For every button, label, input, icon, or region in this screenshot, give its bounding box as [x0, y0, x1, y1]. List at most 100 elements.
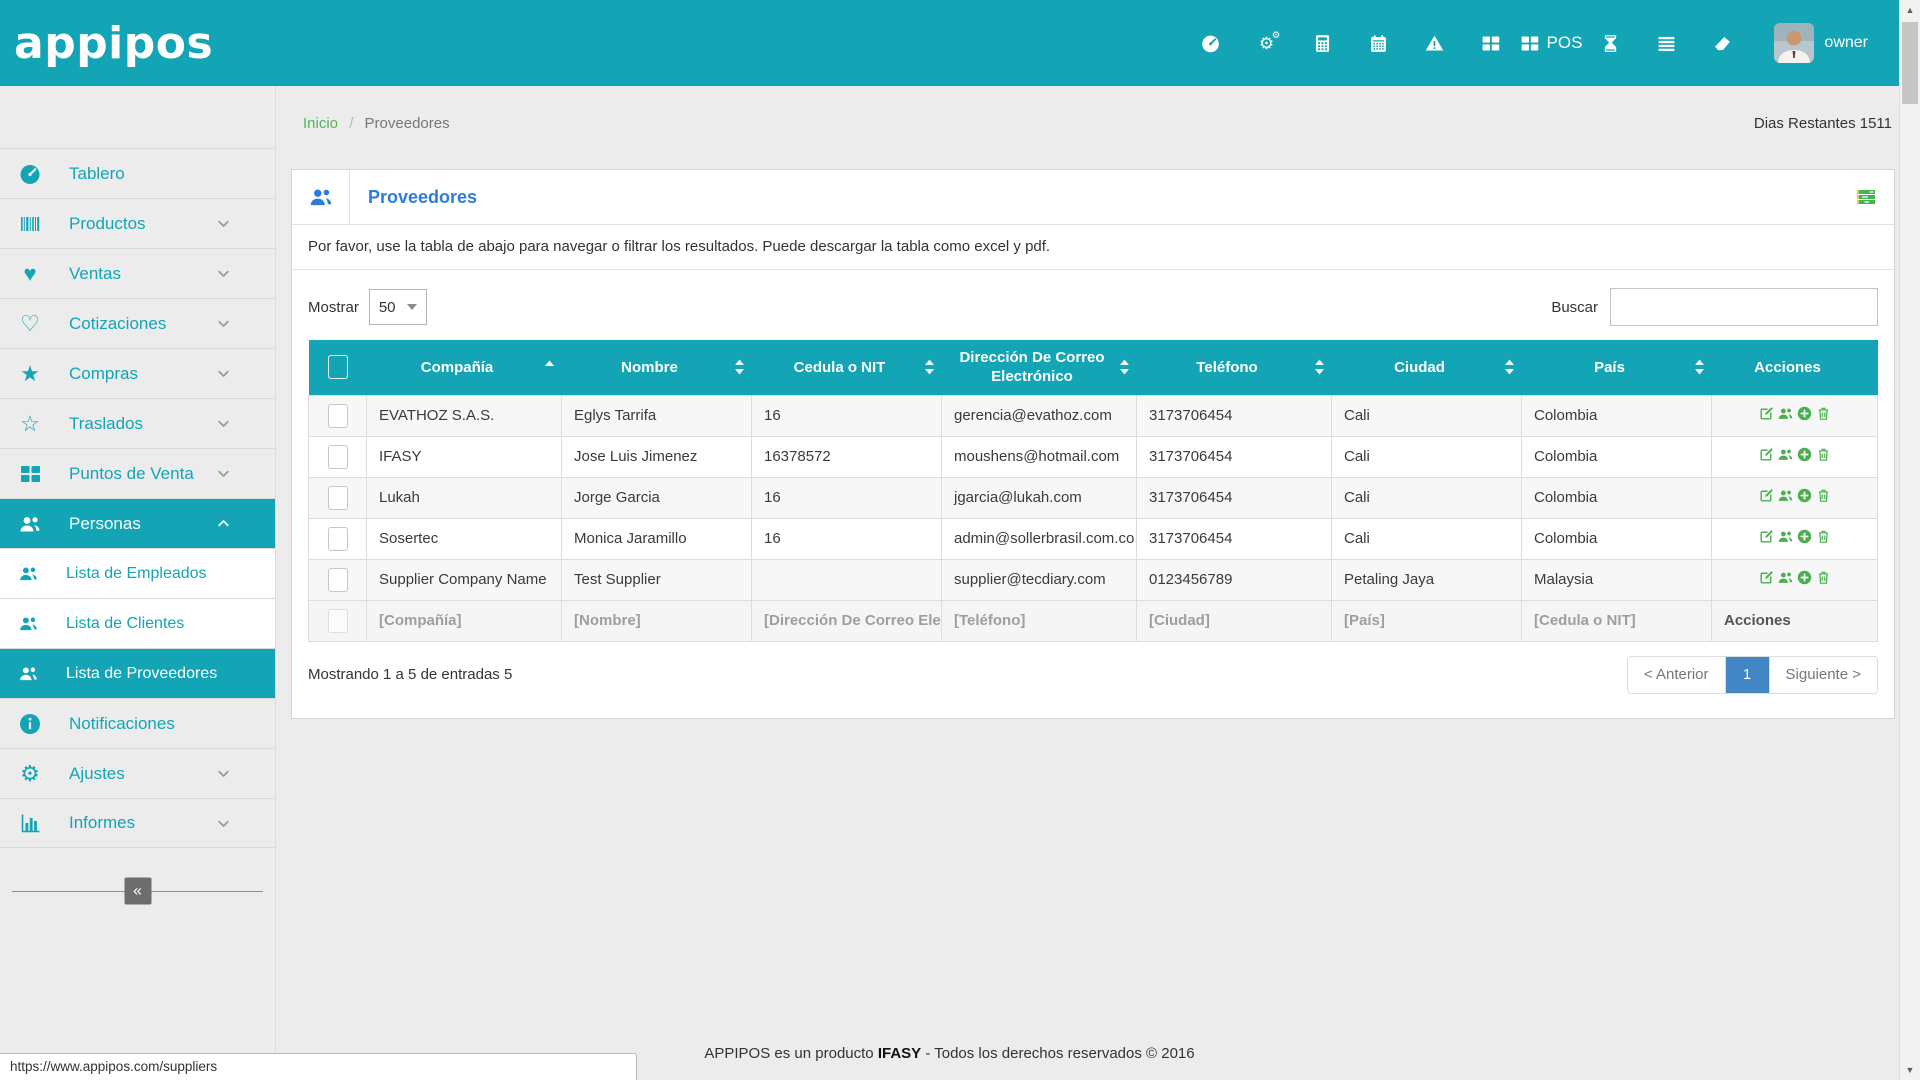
sidebar-item-compras[interactable]: ★Compras [0, 348, 275, 398]
sidebar-item-informes[interactable]: Informes [0, 798, 275, 848]
info-text: Por favor, use la tabla de abajo para na… [292, 225, 1894, 270]
sidebar-item-productos[interactable]: Productos [0, 198, 275, 248]
users-action-button[interactable] [1777, 405, 1794, 422]
edit-action-button[interactable] [1758, 487, 1775, 504]
column-header-ciudad[interactable]: Ciudad [1332, 340, 1522, 395]
chevron-up-icon [215, 515, 232, 532]
delete-action-button[interactable] [1815, 487, 1832, 504]
cell-nombre: Eglys Tarrifa [562, 395, 752, 436]
actions-cell [1712, 477, 1878, 518]
next-page-button[interactable]: Siguiente > [1769, 657, 1877, 693]
row-checkbox[interactable] [328, 445, 348, 469]
scrollbar-thumb[interactable] [1902, 22, 1918, 104]
column-header-direccion-de-correo-electronico[interactable]: Dirección De Correo Electrónico [942, 340, 1137, 395]
scroll-up-arrow[interactable]: ▲ [1900, 0, 1920, 20]
table-view-icon[interactable] [1854, 185, 1878, 209]
sidebar-item-ventas[interactable]: ♥Ventas [0, 248, 275, 298]
edit-action-button[interactable] [1758, 405, 1775, 422]
calculator-icon [1312, 33, 1333, 54]
column-header-compania[interactable]: Compañía [367, 340, 562, 395]
cogs-icon: ⚙⚙ [1256, 33, 1277, 54]
breadcrumb-home-link[interactable]: Inicio [303, 115, 338, 132]
sidebar-item-puntos-de-venta[interactable]: Puntos de Venta [0, 448, 275, 498]
pos-nav-button[interactable]: POS [1519, 18, 1583, 68]
list-nav-button[interactable] [1638, 18, 1694, 68]
cell-direccion-de-correo-electronico: jgarcia@lukah.com [942, 477, 1137, 518]
suppliers-panel: Proveedores Por favor, use la tabla de a… [291, 169, 1895, 719]
column-label: País [1594, 359, 1625, 376]
calendar-nav-button[interactable] [1351, 18, 1407, 68]
cogs-nav-button[interactable]: ⚙⚙ [1239, 18, 1295, 68]
delete-action-button[interactable] [1815, 446, 1832, 463]
sidebar-item-ajustes[interactable]: ⚙Ajustes [0, 748, 275, 798]
hourglass-nav-button[interactable] [1582, 18, 1638, 68]
sidebar-item-tablero[interactable]: Tablero [0, 148, 275, 198]
sidebar-item-label: Traslados [69, 414, 143, 434]
sidebar-item-lista-de-empleados[interactable]: Lista de Empleados [0, 548, 275, 598]
eraser-nav-button[interactable] [1694, 18, 1750, 68]
column-header-cedula-o-nit[interactable]: Cedula o NIT [752, 340, 942, 395]
sort-both-icon [734, 359, 745, 376]
checkbox-cell [309, 436, 367, 477]
prev-page-button[interactable]: < Anterior [1628, 657, 1725, 693]
add-action-button[interactable] [1796, 405, 1813, 422]
users-action-button[interactable] [1777, 569, 1794, 586]
row-checkbox[interactable] [328, 486, 348, 510]
sort-both-icon [1694, 359, 1705, 376]
sidebar-collapse-button[interactable]: « [124, 878, 151, 905]
sidebar-item-label: Informes [69, 813, 135, 833]
users-action-button[interactable] [1777, 446, 1794, 463]
edit-action-button[interactable] [1758, 569, 1775, 586]
sidebar-item-label: Personas [69, 514, 141, 534]
select-all-checkbox[interactable] [328, 355, 348, 379]
column-header-nombre[interactable]: Nombre [562, 340, 752, 395]
sidebar-item-traslados[interactable]: ☆Traslados [0, 398, 275, 448]
row-checkbox[interactable] [328, 568, 348, 592]
add-action-button[interactable] [1796, 569, 1813, 586]
column-label: Ciudad [1394, 359, 1445, 376]
users-action-button[interactable] [1777, 487, 1794, 504]
cell-cedula-o-nit: 16 [752, 395, 942, 436]
warning-icon [1424, 33, 1445, 54]
table-row: Supplier Company NameTest Suppliersuppli… [309, 559, 1878, 600]
row-checkbox[interactable] [328, 527, 348, 551]
page-1-button[interactable]: 1 [1725, 657, 1769, 693]
sidebar-item-lista-de-clientes[interactable]: Lista de Clientes [0, 598, 275, 648]
speedometer-nav-button[interactable] [1183, 18, 1239, 68]
delete-action-button[interactable] [1815, 569, 1832, 586]
column-header-pais[interactable]: País [1522, 340, 1712, 395]
add-action-button[interactable] [1796, 528, 1813, 545]
add-action-button[interactable] [1796, 446, 1813, 463]
sidebar-item-label: Ventas [69, 264, 121, 284]
edit-action-button[interactable] [1758, 446, 1775, 463]
star-filled-icon: ★ [18, 362, 42, 386]
sidebar-item-lista-de-proveedores[interactable]: Lista de Proveedores [0, 648, 275, 698]
sidebar-item-personas[interactable]: Personas [0, 498, 275, 548]
add-action-button[interactable] [1796, 487, 1813, 504]
cell-telefono: 3173706454 [1137, 477, 1332, 518]
cell-telefono: 3173706454 [1137, 436, 1332, 477]
browser-scrollbar[interactable]: ▲ ▼ [1899, 0, 1920, 1080]
apps-icon [18, 462, 42, 486]
row-checkbox[interactable] [328, 404, 348, 428]
sidebar-item-label: Tablero [69, 164, 125, 184]
scroll-down-arrow[interactable]: ▼ [1900, 1060, 1920, 1080]
user-menu[interactable]: owner [1774, 23, 1868, 63]
warning-nav-button[interactable] [1407, 18, 1463, 68]
calculator-nav-button[interactable] [1295, 18, 1351, 68]
speedometer-icon [18, 162, 42, 186]
sidebar-item-notificaciones[interactable]: Notificaciones [0, 698, 275, 748]
app-logo[interactable]: appipos [14, 18, 213, 69]
cell-compania: Lukah [367, 477, 562, 518]
delete-action-button[interactable] [1815, 405, 1832, 422]
edit-action-button[interactable] [1758, 528, 1775, 545]
users-action-button[interactable] [1777, 528, 1794, 545]
checkbox-cell [309, 395, 367, 436]
page-size-select[interactable]: 50 [369, 289, 427, 325]
apps-nav-button[interactable] [1463, 18, 1519, 68]
column-header-telefono[interactable]: Teléfono [1137, 340, 1332, 395]
delete-action-button[interactable] [1815, 528, 1832, 545]
search-input[interactable] [1610, 288, 1878, 326]
cell-direccion-de-correo-electronico: supplier@tecdiary.com [942, 559, 1137, 600]
sidebar-item-cotizaciones[interactable]: ♡Cotizaciones [0, 298, 275, 348]
